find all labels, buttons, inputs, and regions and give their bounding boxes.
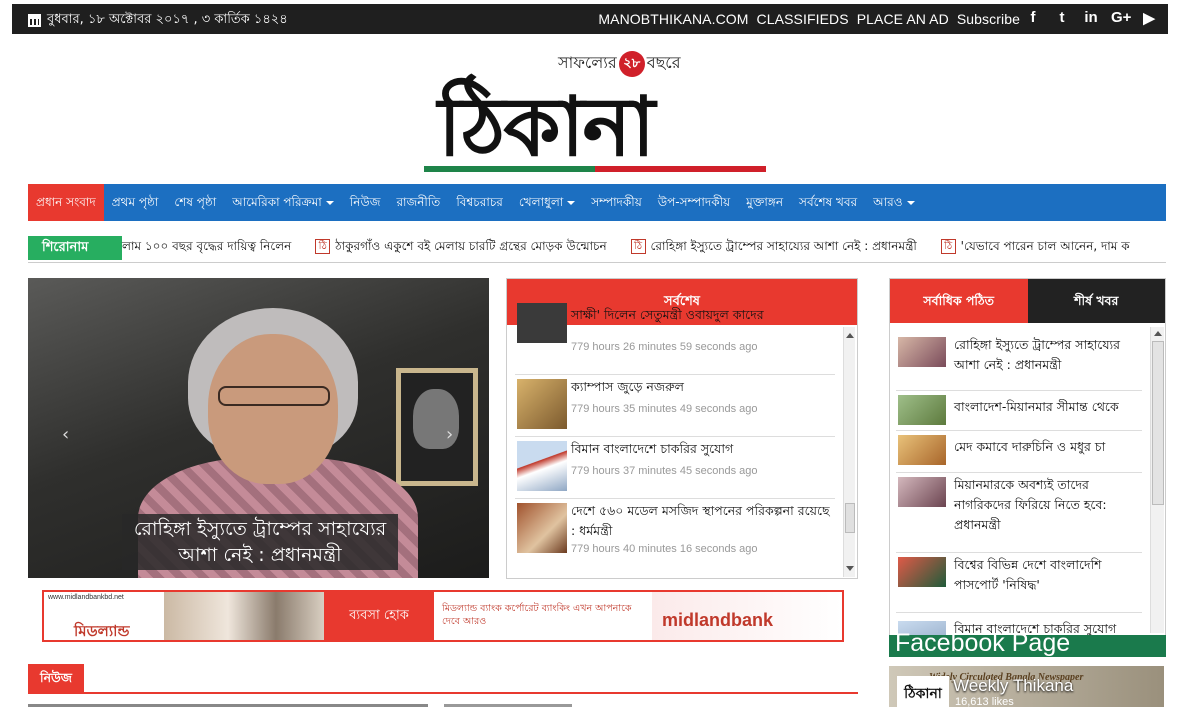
news-thumbnail bbox=[517, 441, 567, 491]
scroll-down-icon[interactable] bbox=[846, 566, 854, 571]
slider-prev-icon[interactable]: ‹ bbox=[62, 424, 69, 445]
slider-caption[interactable]: রোহিঙ্গা ইস্যুতে ট্রাম্পের সাহায্যের আশা… bbox=[122, 514, 398, 570]
nav-item-world[interactable]: বিশ্বচরাচর bbox=[448, 184, 511, 221]
news-thumbnail bbox=[898, 395, 946, 425]
nav-item-editorial[interactable]: সম্পাদকীয় bbox=[583, 184, 650, 221]
news-thumbnail bbox=[898, 435, 946, 465]
nav-item-more[interactable]: আরও bbox=[865, 184, 922, 221]
top-bar: বুধবার, ১৮ অক্টোবর ২০১৭ , ৩ কার্তিক ১৪২৪… bbox=[12, 4, 1168, 34]
nav-item-sub-editorial[interactable]: উপ-সম্পাদকীয় bbox=[650, 184, 738, 221]
news-thumbnail bbox=[517, 303, 567, 343]
chevron-down-icon bbox=[325, 200, 334, 205]
google-plus-icon[interactable]: G+ bbox=[1111, 9, 1131, 27]
list-item[interactable]: মেদ কমাবে দারুচিনি ও মধুর চা bbox=[896, 431, 1142, 473]
newspaper-icon: ঠি bbox=[940, 239, 956, 254]
news-section-title[interactable]: নিউজ bbox=[28, 664, 84, 692]
facebook-page-header: Facebook Page bbox=[889, 631, 1166, 657]
ad-brand-left: মিডল্যান্ড bbox=[74, 622, 130, 640]
chevron-down-icon bbox=[906, 200, 915, 205]
scroll-up-icon[interactable] bbox=[1154, 331, 1162, 336]
twitter-icon[interactable]: t bbox=[1053, 9, 1071, 27]
ad-banner[interactable]: www.midlandbankbd.net মিডল্যান্ড ব্যবসা … bbox=[42, 590, 844, 642]
nav-item-open-forum[interactable]: মুক্তাঙ্গন bbox=[738, 184, 791, 221]
fb-page-name[interactable]: Weekly Thikana bbox=[953, 676, 1073, 696]
nav-item-sports[interactable]: খেলাধুলা bbox=[511, 184, 583, 221]
news-section-header: নিউজ bbox=[28, 664, 858, 694]
slider-next-icon[interactable]: › bbox=[446, 424, 453, 445]
youtube-icon[interactable]: ▶ bbox=[1140, 9, 1158, 27]
popular-scrollbar[interactable] bbox=[1150, 327, 1164, 633]
list-item[interactable]: বিশ্বের বিভিন্ন দেশে বাংলাদেশি পাসপোর্ট … bbox=[896, 553, 1142, 613]
ad-photo bbox=[164, 592, 324, 640]
nav-item-politics[interactable]: রাজনীতি bbox=[388, 184, 448, 221]
logo-underline bbox=[424, 166, 766, 172]
top-links: MANOBTHIKANA.COM CLASSIFIEDS PLACE AN AD… bbox=[594, 11, 1020, 27]
scroll-thumb[interactable] bbox=[1152, 341, 1164, 505]
latest-scrollbar[interactable] bbox=[843, 327, 855, 577]
main-nav: প্রধান সংবাদ প্রথম পৃষ্ঠা শেষ পৃষ্ঠা আমে… bbox=[28, 184, 1166, 221]
news-thumbnail bbox=[898, 477, 946, 507]
list-item[interactable]: বাংলাদেশ-মিয়ানমার সীমান্ত থেকে bbox=[896, 391, 1142, 431]
ticker-item[interactable]: ঠি ঠাকুরগাঁও একুশে বই মেলায় চারটি গ্রন্থ… bbox=[315, 239, 607, 254]
tab-most-read[interactable]: সর্বাধিক পঠিত bbox=[890, 279, 1028, 323]
chevron-down-icon bbox=[567, 200, 576, 205]
ticker-item[interactable]: ঠি 'যেভাবে পারেন চাল আনেন, দাম ক bbox=[940, 239, 1130, 254]
social-icons: f t in G+ ▶ bbox=[1024, 9, 1158, 27]
site-logo[interactable]: ঠিকানা bbox=[438, 64, 655, 201]
top-link-classifieds[interactable]: CLASSIFIEDS bbox=[757, 11, 849, 27]
ticker-item[interactable]: লাম ১০০ বছর বৃদ্ধের দায়িত্ব নিলেন bbox=[122, 239, 291, 253]
ticker-label: শিরোনাম bbox=[28, 236, 122, 260]
list-item[interactable]: রোহিঙ্গা ইস্যুতে ট্রাম্পের সাহায্যের আশা… bbox=[896, 333, 1142, 391]
masthead: সাফল্যের ২৮ বছরে ঠিকানা bbox=[0, 34, 1184, 184]
facebook-page-widget[interactable]: Widely Circulated Bangla Newspaper ঠিকান… bbox=[889, 666, 1164, 707]
calendar-icon bbox=[28, 14, 41, 27]
news-thumbnail bbox=[517, 379, 567, 429]
popular-tabs: সর্বাধিক পঠিত শীর্ষ খবর bbox=[890, 279, 1165, 323]
nav-item-latest-news[interactable]: সর্বশেষ খবর bbox=[791, 184, 865, 221]
list-item[interactable]: দেশে ৫৬০ মডেল মসজিদ স্থাপনের পরিকল্পনা র… bbox=[515, 499, 835, 565]
ad-brand-logo: midlandbank bbox=[652, 592, 842, 640]
nav-item-america[interactable]: আমেরিকা পরিক্রমা bbox=[224, 184, 342, 221]
date-text: বুধবার, ১৮ অক্টোবর ২০১৭ , ৩ কার্তিক ১৪২৪ bbox=[47, 12, 288, 27]
nav-item-front-page[interactable]: প্রথম পৃষ্ঠা bbox=[104, 184, 167, 221]
scroll-up-icon[interactable] bbox=[846, 333, 854, 338]
ticker-item[interactable]: ঠি রোহিঙ্গা ইস্যুতে ট্রাম্পের সাহায্যের আ… bbox=[630, 239, 917, 254]
newspaper-icon: ঠি bbox=[315, 239, 331, 254]
tab-top-news[interactable]: শীর্ষ খবর bbox=[1027, 279, 1165, 323]
list-item[interactable]: সাক্ষী' দিলেন সেতুমন্ত্রী ওবায়দুল কাদের… bbox=[515, 303, 835, 375]
list-item[interactable]: মিয়ানমারকে অবশ্যই তাদের নাগরিকদের ফিরিয… bbox=[896, 473, 1142, 553]
scroll-thumb[interactable] bbox=[845, 503, 855, 533]
list-item[interactable]: বিমান বাংলাদেশে চাকরির সুযোগ 779 hours 3… bbox=[515, 437, 835, 499]
top-link-place-ad[interactable]: PLACE AN AD bbox=[857, 11, 949, 27]
fb-page-logo: ঠিকানা bbox=[897, 676, 949, 707]
newspaper-icon: ঠি bbox=[630, 239, 646, 254]
linkedin-icon[interactable]: in bbox=[1082, 9, 1100, 27]
top-link-subscribe[interactable]: Subscribe bbox=[957, 11, 1020, 27]
fb-likes-count: 16,613 likes bbox=[955, 696, 1014, 707]
portrait-frame bbox=[396, 368, 478, 486]
ad-slogan: ব্যবসা হোক bbox=[324, 592, 434, 640]
facebook-icon[interactable]: f bbox=[1024, 9, 1042, 27]
popular-panel: সর্বাধিক পঠিত শীর্ষ খবর রোহিঙ্গা ইস্যুতে… bbox=[889, 278, 1166, 636]
news-thumbnail bbox=[517, 503, 567, 553]
headline-ticker: শিরোনাম লাম ১০০ বছর বৃদ্ধের দায়িত্ব নিল… bbox=[28, 232, 1166, 263]
nav-item-news[interactable]: নিউজ bbox=[342, 184, 389, 221]
date-display: বুধবার, ১৮ অক্টোবর ২০১৭ , ৩ কার্তিক ১৪২৪ bbox=[28, 10, 288, 31]
top-link-site[interactable]: MANOBTHIKANA.COM bbox=[598, 11, 748, 27]
featured-slider[interactable]: ‹ › রোহিঙ্গা ইস্যুতে ট্রাম্পের সাহায্যের… bbox=[28, 278, 489, 578]
ad-url: www.midlandbankbd.net bbox=[48, 594, 124, 601]
ad-middle-text: মিডল্যান্ড ব্যাংক কর্পোরেট ব্যাংকিং এখন … bbox=[442, 603, 632, 627]
nav-item-last-page[interactable]: শেষ পৃষ্ঠা bbox=[166, 184, 224, 221]
ticker-track: লাম ১০০ বছর বৃদ্ধের দায়িত্ব নিলেন ঠি ঠাক… bbox=[122, 238, 1150, 258]
news-thumbnail bbox=[898, 337, 946, 367]
latest-news-panel: সর্বশেষ সাক্ষী' দিলেন সেতুমন্ত্রী ওবায়দ… bbox=[506, 278, 858, 579]
news-thumbnail bbox=[898, 557, 946, 587]
nav-item-main-news[interactable]: প্রধান সংবাদ bbox=[28, 184, 104, 221]
list-item[interactable]: ক্যাম্পাস জুড়ে নজরুল 779 hours 35 minut… bbox=[515, 375, 835, 437]
